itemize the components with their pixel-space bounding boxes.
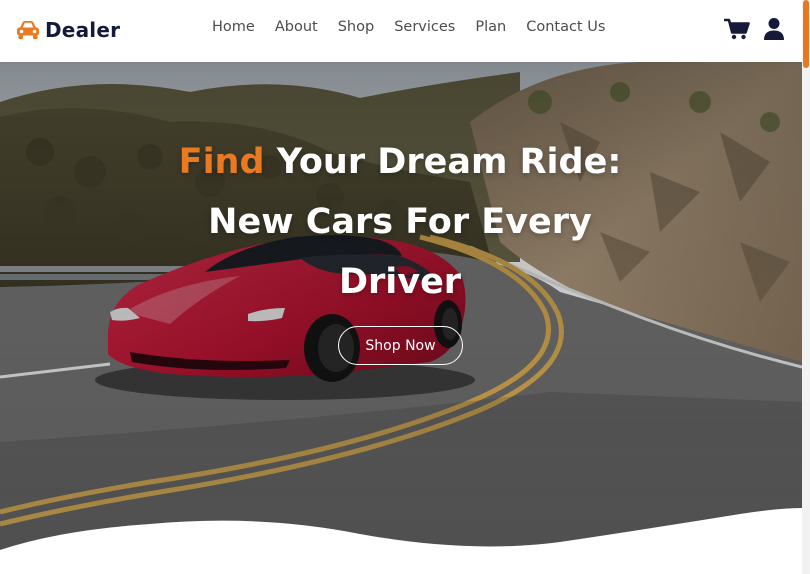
nav-home[interactable]: Home: [212, 19, 255, 35]
nav-services[interactable]: Services: [394, 19, 455, 35]
site-header: Dealer Home About Shop Services Plan Con…: [0, 0, 802, 62]
hero-title-rest: Your Dream Ride: New Cars For Every Driv…: [208, 142, 622, 302]
nav-contact-us[interactable]: Contact Us: [526, 19, 605, 35]
nav-shop[interactable]: Shop: [338, 19, 374, 35]
cart-icon[interactable]: [724, 16, 750, 42]
hero-title-accent: Find: [178, 142, 265, 182]
brand-logo[interactable]: Dealer: [15, 15, 120, 45]
nav-plan[interactable]: Plan: [475, 19, 506, 35]
scrollbar-thumb[interactable]: [803, 0, 809, 68]
header-icons: [724, 16, 787, 42]
nav-about[interactable]: About: [275, 19, 318, 35]
hero-section: Find Your Dream Ride: New Cars For Every…: [0, 62, 802, 574]
shop-now-button[interactable]: Shop Now: [338, 326, 463, 365]
main-nav: Home About Shop Services Plan Contact Us: [212, 19, 605, 35]
brand-name: Dealer: [45, 18, 121, 42]
page-scrollbar[interactable]: [802, 0, 810, 574]
hero-title: Find Your Dream Ride: New Cars For Every…: [150, 132, 650, 312]
car-icon: [17, 21, 39, 39]
user-icon[interactable]: [761, 16, 787, 42]
